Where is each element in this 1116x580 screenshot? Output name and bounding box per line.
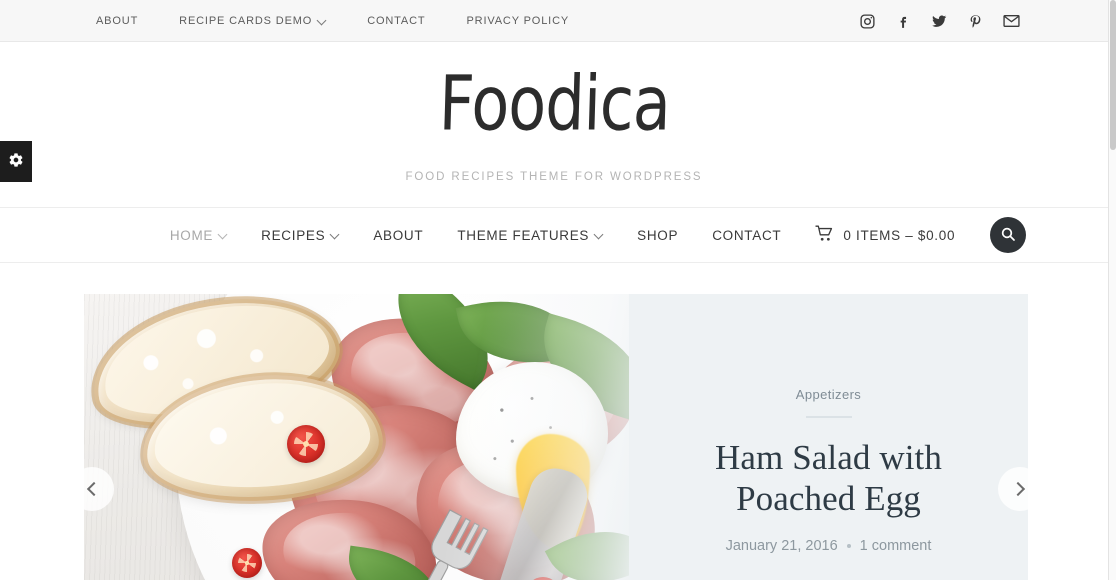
site-branding: Foodica FOOD RECIPES THEME FOR WORDPRESS xyxy=(0,42,1108,207)
slide-comments[interactable]: 1 comment xyxy=(860,538,932,554)
topnav-item-about[interactable]: ABOUT xyxy=(96,15,159,27)
nav-item-about[interactable]: ABOUT xyxy=(373,228,423,243)
nav-item-recipes[interactable]: RECIPES xyxy=(261,228,339,243)
shopping-cart-icon xyxy=(815,225,834,245)
top-bar: ABOUT RECIPE CARDS DEMO CONTACT PRIVACY … xyxy=(0,0,1108,42)
page-scrollbar[interactable] xyxy=(1108,0,1116,580)
topnav-label: CONTACT xyxy=(367,14,426,27)
social-links xyxy=(858,0,1020,42)
meta-separator-dot xyxy=(846,543,851,548)
main-navigation: HOME RECIPES ABOUT THEME FEATURES SHOP C… xyxy=(153,225,955,245)
site-logo[interactable]: Foodica xyxy=(437,58,671,147)
nav-label: RECIPES xyxy=(261,227,326,243)
gear-icon xyxy=(8,152,24,171)
nav-item-home[interactable]: HOME xyxy=(170,228,227,243)
site-tagline: FOOD RECIPES THEME FOR WORDPRESS xyxy=(405,170,703,183)
page-root: ABOUT RECIPE CARDS DEMO CONTACT PRIVACY … xyxy=(0,0,1108,580)
chevron-down-icon xyxy=(331,230,339,238)
featured-slider: Appetizers Ham Salad with Poached Egg Ja… xyxy=(0,263,1108,580)
slide-caption: Appetizers Ham Salad with Poached Egg Ja… xyxy=(629,294,1028,580)
chevron-down-icon xyxy=(219,230,227,238)
theme-options-tab[interactable] xyxy=(0,141,32,182)
email-icon[interactable] xyxy=(1002,12,1020,30)
main-navigation-bar: HOME RECIPES ABOUT THEME FEATURES SHOP C… xyxy=(0,207,1108,263)
slide-date: January 21, 2016 xyxy=(725,537,838,554)
facebook-icon[interactable] xyxy=(894,12,912,30)
topnav-item-privacy-policy[interactable]: PRIVACY POLICY xyxy=(466,15,569,27)
topnav-item-contact[interactable]: CONTACT xyxy=(367,15,446,27)
slider-prev-button[interactable] xyxy=(70,467,114,511)
nav-label: SHOP xyxy=(637,227,679,243)
nav-label: ABOUT xyxy=(373,227,424,243)
nav-label: HOME xyxy=(169,227,214,243)
top-navigation: ABOUT RECIPE CARDS DEMO CONTACT PRIVACY … xyxy=(96,15,569,27)
slider-next-button[interactable] xyxy=(998,467,1042,511)
chevron-left-icon xyxy=(86,481,102,497)
nav-item-contact[interactable]: CONTACT xyxy=(712,228,781,243)
twitter-icon[interactable] xyxy=(930,12,948,30)
topnav-label: ABOUT xyxy=(96,14,139,27)
nav-label: CONTACT xyxy=(712,227,782,243)
slide-meta: January 21, 2016 1 comment xyxy=(726,538,932,554)
instagram-icon[interactable] xyxy=(858,12,876,30)
search-button[interactable] xyxy=(990,217,1026,253)
chevron-down-icon xyxy=(595,230,603,238)
chevron-right-icon xyxy=(1010,481,1026,497)
nav-item-theme-features[interactable]: THEME FEATURES xyxy=(457,228,603,243)
topnav-label: RECIPE CARDS DEMO xyxy=(179,14,313,27)
cart-label: 0 ITEMS – $0.00 xyxy=(843,227,956,243)
nav-label: THEME FEATURES xyxy=(457,227,590,243)
cherry-tomato xyxy=(232,548,262,578)
slide-category[interactable]: Appetizers xyxy=(796,387,861,402)
slide: Appetizers Ham Salad with Poached Egg Ja… xyxy=(84,294,1028,580)
topnav-item-recipe-cards-demo[interactable]: RECIPE CARDS DEMO xyxy=(179,15,347,27)
caption-divider xyxy=(805,416,852,418)
cherry-tomato xyxy=(287,425,325,463)
slide-image[interactable] xyxy=(84,294,629,580)
slide-title[interactable]: Ham Salad with Poached Egg xyxy=(664,438,994,520)
scrollbar-thumb[interactable] xyxy=(1110,0,1116,150)
search-icon xyxy=(1000,226,1016,245)
cart-link[interactable]: 0 ITEMS – $0.00 xyxy=(815,225,955,245)
topnav-label: PRIVACY POLICY xyxy=(466,14,570,27)
chevron-down-icon xyxy=(318,16,326,24)
pinterest-icon[interactable] xyxy=(966,12,984,30)
nav-item-shop[interactable]: SHOP xyxy=(637,228,678,243)
